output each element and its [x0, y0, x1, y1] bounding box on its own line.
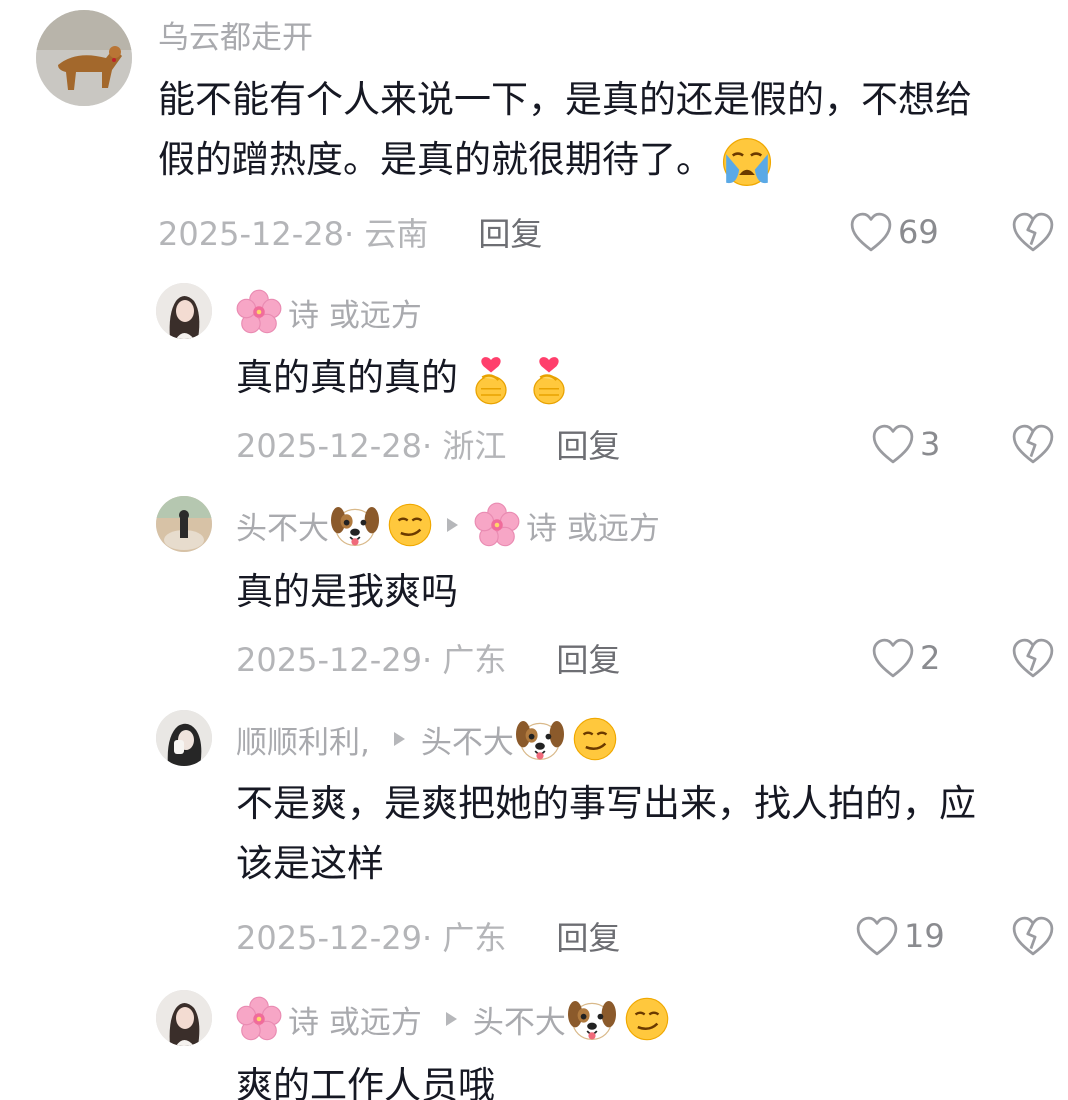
dislike-button[interactable]: [1012, 638, 1054, 682]
reply-comment-3: 顺顺利利, 头不大 不是爽，是爽把她的事写出来，找人拍的，应 该是这样 2025…: [0, 696, 1068, 976]
comment-1: 乌云都走开 能不能有个人来说一下，是真的还是假的，不想给 假的蹭热度。是真的就很…: [0, 0, 1068, 270]
avatar[interactable]: [36, 10, 132, 106]
comment-date: 2025-12-29· 广东: [236, 919, 507, 957]
reply-to-username[interactable]: 头不大: [473, 997, 566, 1042]
dislike-button[interactable]: [1012, 424, 1054, 468]
like-count: 3: [920, 425, 941, 463]
finger-heart-icon: [532, 355, 566, 405]
avatar[interactable]: [156, 710, 212, 766]
play-arrow-icon: [445, 1012, 457, 1026]
cherry-blossom-icon: [474, 502, 520, 547]
broken-heart-icon: [1012, 638, 1054, 678]
smirking-face-icon: [624, 997, 669, 1041]
like-button[interactable]: 69: [850, 210, 939, 254]
username[interactable]: 顺顺利利, 头不大: [236, 716, 618, 762]
avatar[interactable]: [156, 496, 212, 552]
heart-outline-icon: [872, 424, 914, 464]
finger-heart-icon: [474, 355, 508, 405]
heart-outline-icon: [872, 638, 914, 678]
comment-meta: 2025-12-29· 广东 回复: [236, 636, 620, 680]
smirking-face-icon: [388, 503, 432, 547]
like-count: 19: [904, 917, 945, 955]
comment-text: 能不能有个人来说一下，是真的还是假的，不想给 假的蹭热度。是真的就很期待了。: [158, 70, 1058, 190]
comment-date: 2025-12-28· 云南: [158, 215, 429, 253]
cherry-blossom-icon: [236, 996, 282, 1041]
like-button[interactable]: 19: [856, 914, 945, 958]
dog-face-icon: [515, 720, 564, 761]
broken-heart-icon: [1012, 916, 1054, 956]
comment-meta: 2025-12-28· 浙江 回复: [236, 422, 620, 466]
comment-text: 不是爽，是爽把她的事写出来，找人拍的，应 该是这样: [236, 782, 976, 885]
play-arrow-icon: [393, 732, 405, 746]
reply-button[interactable]: 回复: [478, 209, 542, 255]
username[interactable]: 诗 或远方 头不大: [236, 996, 670, 1042]
like-count: 69: [898, 213, 939, 251]
comment-text: 爽的工作人员哦: [236, 1064, 495, 1100]
comment-text: 真的是我爽吗: [236, 570, 458, 613]
comment-date: 2025-12-28· 浙江: [236, 427, 507, 465]
like-button[interactable]: 3: [872, 422, 940, 466]
reply-comment-1: 诗 或远方 真的真的真的 2025-12-28· 浙江 回复 3: [0, 270, 1068, 480]
comment-meta: 2025-12-29· 广东 回复: [236, 914, 620, 958]
reply-button[interactable]: 回复: [556, 421, 620, 467]
comment-text: 真的真的真的: [236, 348, 1036, 408]
dog-face-icon: [567, 1000, 616, 1041]
reply-to-username[interactable]: 诗 或远方: [526, 503, 660, 548]
dislike-button[interactable]: [1012, 916, 1054, 960]
heart-outline-icon: [856, 916, 898, 956]
comment-meta: 2025-12-28· 云南 回复: [158, 210, 542, 254]
avatar[interactable]: [156, 283, 212, 339]
reply-to-username[interactable]: 头不大: [421, 717, 514, 762]
broken-heart-icon: [1012, 424, 1054, 464]
username[interactable]: 诗 或远方: [236, 289, 422, 334]
smirking-face-icon: [572, 717, 617, 761]
play-arrow-icon: [447, 518, 458, 532]
dislike-button[interactable]: [1012, 212, 1054, 256]
crying-face-icon: [722, 136, 772, 187]
reply-button[interactable]: 回复: [556, 635, 620, 681]
reply-button[interactable]: 回复: [556, 913, 620, 959]
comment-date: 2025-12-29· 广东: [236, 641, 507, 679]
heart-outline-icon: [850, 212, 892, 252]
username[interactable]: 头不大 诗 或远方: [236, 502, 660, 548]
dog-face-icon: [331, 506, 379, 547]
cherry-blossom-icon: [236, 289, 282, 334]
broken-heart-icon: [1012, 212, 1054, 252]
like-button[interactable]: 2: [872, 636, 940, 680]
reply-comment-4: 诗 或远方 头不大 爽的工作人员哦: [0, 978, 1068, 1100]
like-count: 2: [920, 639, 941, 677]
avatar[interactable]: [156, 990, 212, 1046]
reply-comment-2: 头不大 诗 或远方 真的是我爽吗 2025-12-29· 广东 回复 2: [0, 482, 1068, 692]
username[interactable]: 乌云都走开: [158, 14, 313, 56]
